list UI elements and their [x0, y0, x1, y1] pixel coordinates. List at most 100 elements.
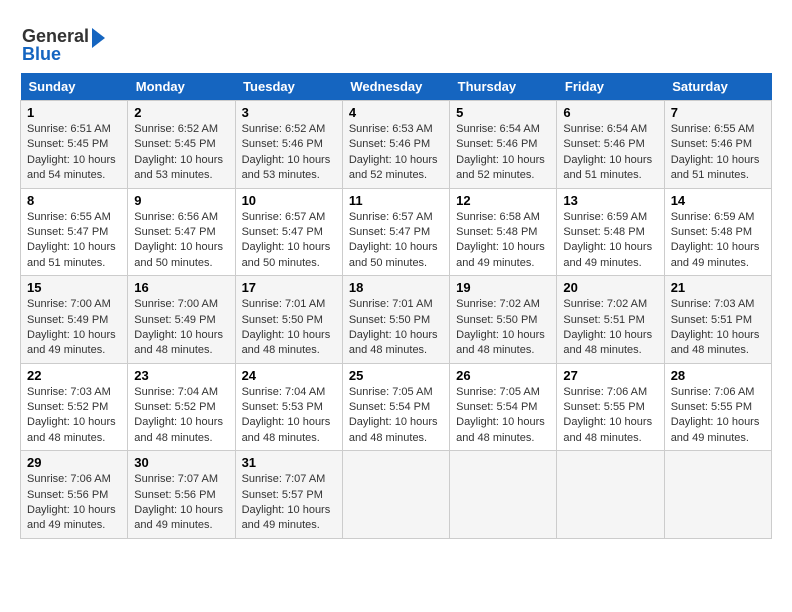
weekday-header: Tuesday	[235, 73, 342, 101]
calendar-cell: 31 Sunrise: 7:07 AM Sunset: 5:57 PM Dayl…	[235, 451, 342, 539]
weekday-header: Thursday	[450, 73, 557, 101]
calendar-header-row: SundayMondayTuesdayWednesdayThursdayFrid…	[21, 73, 772, 101]
calendar-cell: 27 Sunrise: 7:06 AM Sunset: 5:55 PM Dayl…	[557, 363, 664, 451]
day-number: 1	[27, 105, 121, 120]
calendar-cell: 19 Sunrise: 7:02 AM Sunset: 5:50 PM Dayl…	[450, 276, 557, 364]
logo: General Blue	[20, 20, 110, 65]
day-number: 2	[134, 105, 228, 120]
calendar-cell: 2 Sunrise: 6:52 AM Sunset: 5:45 PM Dayli…	[128, 101, 235, 189]
weekday-header: Monday	[128, 73, 235, 101]
calendar-cell: 10 Sunrise: 6:57 AM Sunset: 5:47 PM Dayl…	[235, 188, 342, 276]
day-info: Sunrise: 6:59 AM Sunset: 5:48 PM Dayligh…	[563, 210, 657, 272]
calendar-cell: 13 Sunrise: 6:59 AM Sunset: 5:48 PM Dayl…	[557, 188, 664, 276]
day-number: 9	[134, 193, 228, 208]
day-info: Sunrise: 6:51 AM Sunset: 5:45 PM Dayligh…	[27, 122, 121, 184]
day-number: 22	[27, 368, 121, 383]
calendar-cell: 14 Sunrise: 6:59 AM Sunset: 5:48 PM Dayl…	[664, 188, 771, 276]
day-number: 5	[456, 105, 550, 120]
day-info: Sunrise: 7:01 AM Sunset: 5:50 PM Dayligh…	[349, 297, 443, 359]
day-number: 21	[671, 280, 765, 295]
day-info: Sunrise: 6:57 AM Sunset: 5:47 PM Dayligh…	[349, 210, 443, 272]
day-info: Sunrise: 6:52 AM Sunset: 5:45 PM Dayligh…	[134, 122, 228, 184]
day-number: 29	[27, 455, 121, 470]
weekday-header: Saturday	[664, 73, 771, 101]
calendar-cell: 8 Sunrise: 6:55 AM Sunset: 5:47 PM Dayli…	[21, 188, 128, 276]
weekday-header: Wednesday	[342, 73, 449, 101]
day-info: Sunrise: 7:01 AM Sunset: 5:50 PM Dayligh…	[242, 297, 336, 359]
day-info: Sunrise: 6:54 AM Sunset: 5:46 PM Dayligh…	[456, 122, 550, 184]
day-number: 15	[27, 280, 121, 295]
day-info: Sunrise: 7:00 AM Sunset: 5:49 PM Dayligh…	[134, 297, 228, 359]
day-info: Sunrise: 6:55 AM Sunset: 5:46 PM Dayligh…	[671, 122, 765, 184]
calendar-cell: 7 Sunrise: 6:55 AM Sunset: 5:46 PM Dayli…	[664, 101, 771, 189]
day-info: Sunrise: 7:04 AM Sunset: 5:53 PM Dayligh…	[242, 385, 336, 447]
calendar-table: SundayMondayTuesdayWednesdayThursdayFrid…	[20, 73, 772, 539]
calendar-cell: 6 Sunrise: 6:54 AM Sunset: 5:46 PM Dayli…	[557, 101, 664, 189]
day-info: Sunrise: 7:03 AM Sunset: 5:51 PM Dayligh…	[671, 297, 765, 359]
calendar-cell	[450, 451, 557, 539]
day-number: 11	[349, 193, 443, 208]
day-number: 8	[27, 193, 121, 208]
calendar-cell: 9 Sunrise: 6:56 AM Sunset: 5:47 PM Dayli…	[128, 188, 235, 276]
calendar-cell: 5 Sunrise: 6:54 AM Sunset: 5:46 PM Dayli…	[450, 101, 557, 189]
day-number: 18	[349, 280, 443, 295]
page-header: General Blue	[20, 20, 772, 65]
calendar-cell: 3 Sunrise: 6:52 AM Sunset: 5:46 PM Dayli…	[235, 101, 342, 189]
weekday-header: Sunday	[21, 73, 128, 101]
calendar-cell: 15 Sunrise: 7:00 AM Sunset: 5:49 PM Dayl…	[21, 276, 128, 364]
calendar-cell: 17 Sunrise: 7:01 AM Sunset: 5:50 PM Dayl…	[235, 276, 342, 364]
day-info: Sunrise: 6:58 AM Sunset: 5:48 PM Dayligh…	[456, 210, 550, 272]
svg-text:Blue: Blue	[22, 44, 61, 64]
day-number: 6	[563, 105, 657, 120]
day-number: 31	[242, 455, 336, 470]
calendar-week-row: 29 Sunrise: 7:06 AM Sunset: 5:56 PM Dayl…	[21, 451, 772, 539]
calendar-cell: 29 Sunrise: 7:06 AM Sunset: 5:56 PM Dayl…	[21, 451, 128, 539]
day-info: Sunrise: 6:54 AM Sunset: 5:46 PM Dayligh…	[563, 122, 657, 184]
calendar-cell: 28 Sunrise: 7:06 AM Sunset: 5:55 PM Dayl…	[664, 363, 771, 451]
calendar-cell: 18 Sunrise: 7:01 AM Sunset: 5:50 PM Dayl…	[342, 276, 449, 364]
day-number: 23	[134, 368, 228, 383]
calendar-cell: 22 Sunrise: 7:03 AM Sunset: 5:52 PM Dayl…	[21, 363, 128, 451]
calendar-cell	[557, 451, 664, 539]
day-number: 13	[563, 193, 657, 208]
calendar-cell: 20 Sunrise: 7:02 AM Sunset: 5:51 PM Dayl…	[557, 276, 664, 364]
day-number: 7	[671, 105, 765, 120]
calendar-cell: 1 Sunrise: 6:51 AM Sunset: 5:45 PM Dayli…	[21, 101, 128, 189]
day-info: Sunrise: 7:06 AM Sunset: 5:55 PM Dayligh…	[563, 385, 657, 447]
day-number: 10	[242, 193, 336, 208]
day-info: Sunrise: 7:00 AM Sunset: 5:49 PM Dayligh…	[27, 297, 121, 359]
calendar-cell: 23 Sunrise: 7:04 AM Sunset: 5:52 PM Dayl…	[128, 363, 235, 451]
calendar-week-row: 15 Sunrise: 7:00 AM Sunset: 5:49 PM Dayl…	[21, 276, 772, 364]
day-number: 16	[134, 280, 228, 295]
calendar-cell: 30 Sunrise: 7:07 AM Sunset: 5:56 PM Dayl…	[128, 451, 235, 539]
weekday-header: Friday	[557, 73, 664, 101]
day-info: Sunrise: 6:55 AM Sunset: 5:47 PM Dayligh…	[27, 210, 121, 272]
day-number: 4	[349, 105, 443, 120]
day-number: 30	[134, 455, 228, 470]
day-number: 25	[349, 368, 443, 383]
logo-icon: General Blue	[20, 20, 110, 65]
day-info: Sunrise: 6:57 AM Sunset: 5:47 PM Dayligh…	[242, 210, 336, 272]
calendar-cell: 12 Sunrise: 6:58 AM Sunset: 5:48 PM Dayl…	[450, 188, 557, 276]
day-number: 24	[242, 368, 336, 383]
svg-text:General: General	[22, 26, 89, 46]
calendar-cell: 4 Sunrise: 6:53 AM Sunset: 5:46 PM Dayli…	[342, 101, 449, 189]
calendar-week-row: 22 Sunrise: 7:03 AM Sunset: 5:52 PM Dayl…	[21, 363, 772, 451]
day-number: 17	[242, 280, 336, 295]
day-info: Sunrise: 6:56 AM Sunset: 5:47 PM Dayligh…	[134, 210, 228, 272]
calendar-cell	[342, 451, 449, 539]
calendar-cell: 11 Sunrise: 6:57 AM Sunset: 5:47 PM Dayl…	[342, 188, 449, 276]
day-info: Sunrise: 7:04 AM Sunset: 5:52 PM Dayligh…	[134, 385, 228, 447]
day-number: 27	[563, 368, 657, 383]
day-info: Sunrise: 7:05 AM Sunset: 5:54 PM Dayligh…	[349, 385, 443, 447]
calendar-cell	[664, 451, 771, 539]
day-info: Sunrise: 7:06 AM Sunset: 5:55 PM Dayligh…	[671, 385, 765, 447]
day-number: 28	[671, 368, 765, 383]
calendar-cell: 21 Sunrise: 7:03 AM Sunset: 5:51 PM Dayl…	[664, 276, 771, 364]
day-number: 12	[456, 193, 550, 208]
day-info: Sunrise: 6:59 AM Sunset: 5:48 PM Dayligh…	[671, 210, 765, 272]
day-number: 26	[456, 368, 550, 383]
day-info: Sunrise: 7:02 AM Sunset: 5:51 PM Dayligh…	[563, 297, 657, 359]
day-info: Sunrise: 7:02 AM Sunset: 5:50 PM Dayligh…	[456, 297, 550, 359]
calendar-cell: 24 Sunrise: 7:04 AM Sunset: 5:53 PM Dayl…	[235, 363, 342, 451]
